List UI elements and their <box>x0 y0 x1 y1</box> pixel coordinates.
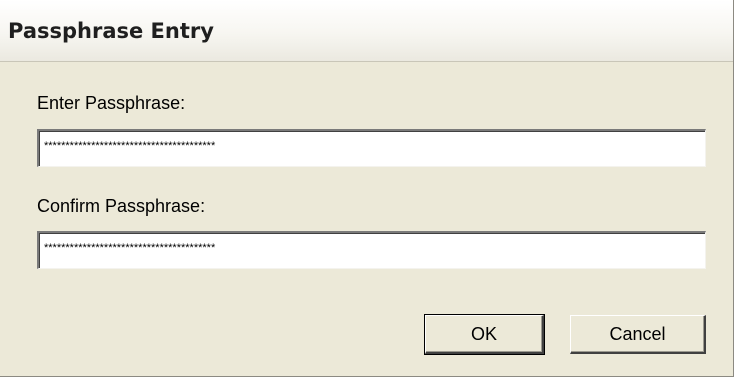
cancel-button[interactable]: Cancel <box>570 315 706 354</box>
dialog-title: Passphrase Entry <box>8 19 214 43</box>
confirm-passphrase-label: Confirm Passphrase: <box>37 196 206 216</box>
ok-button[interactable]: OK <box>424 314 545 355</box>
passphrase-dialog: Passphrase Entry Enter Passphrase: *****… <box>0 0 734 377</box>
title-bar[interactable]: Passphrase Entry <box>0 0 733 62</box>
enter-passphrase-label: Enter Passphrase: <box>37 93 186 113</box>
confirm-passphrase-input[interactable]: **************************************** <box>37 231 706 269</box>
enter-passphrase-input[interactable]: **************************************** <box>37 129 706 167</box>
